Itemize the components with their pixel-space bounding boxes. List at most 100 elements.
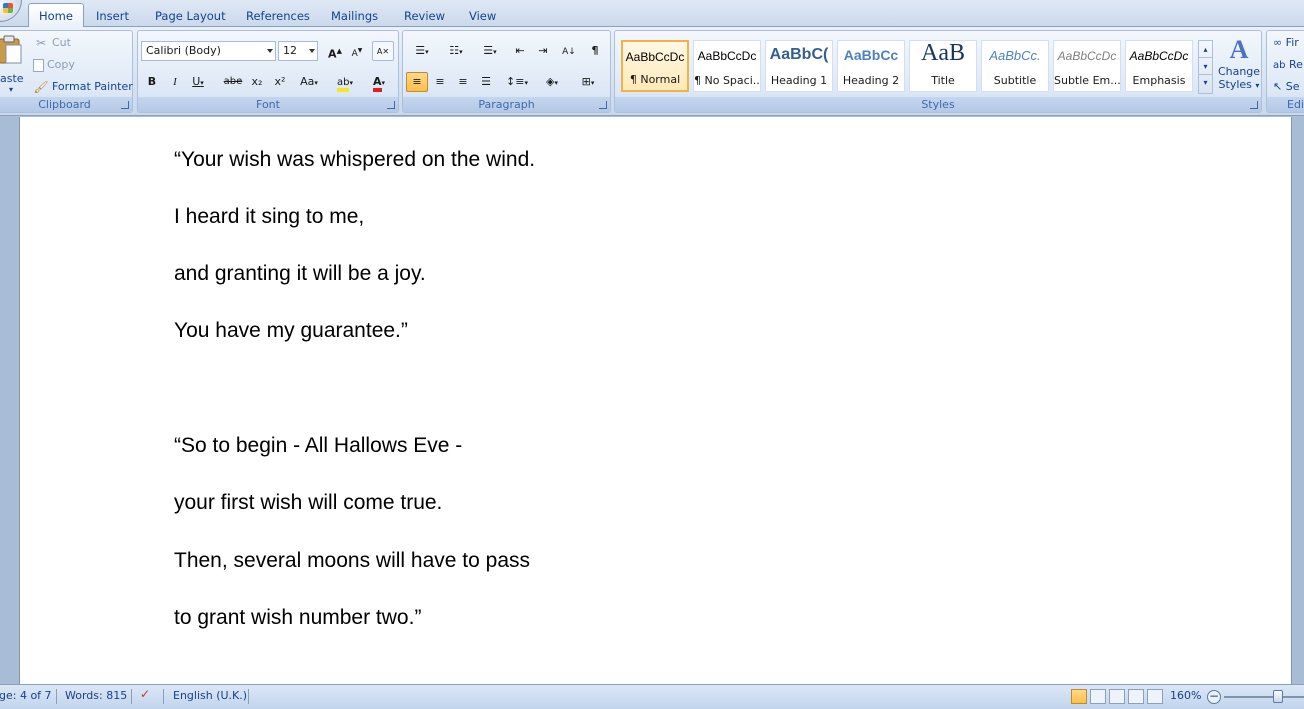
font-launcher-icon[interactable]: [387, 101, 395, 109]
multilevel-list-button[interactable]: ☰▾: [474, 41, 506, 61]
select-button[interactable]: ↖ Se: [1273, 77, 1299, 97]
bullets-button[interactable]: ☰▾: [406, 41, 438, 61]
style-heading-1[interactable]: AaBbC( Heading 1: [765, 40, 833, 92]
chevron-up-icon[interactable]: ▴: [1199, 41, 1212, 58]
increase-indent-button[interactable]: ⇥: [532, 41, 554, 61]
style-gallery-scroll[interactable]: ▴ ▾ ▾: [1198, 40, 1213, 94]
zoom-slider-track[interactable]: [1224, 696, 1304, 698]
copy-button[interactable]: Copy: [33, 55, 75, 75]
tab-references[interactable]: References: [236, 6, 320, 27]
style-sample: AaBbCcDc: [625, 50, 685, 64]
superscript-button[interactable]: x²: [269, 72, 291, 92]
zoom-out-icon[interactable]: −: [1207, 690, 1221, 704]
replace-icon: ab: [1273, 60, 1286, 71]
full-screen-reading-view-icon[interactable]: [1090, 689, 1106, 704]
style-subtitle[interactable]: AaBbCc. Subtitle: [981, 40, 1049, 92]
line-spacing-button[interactable]: ↕≡▾: [502, 72, 532, 92]
document-line[interactable]: I heard it sing to me,: [174, 205, 364, 229]
print-layout-view-icon[interactable]: [1071, 689, 1087, 704]
justify-button[interactable]: ☰: [475, 72, 497, 92]
chevron-down-icon[interactable]: ▾: [1199, 58, 1212, 75]
outline-view-icon[interactable]: [1128, 689, 1144, 704]
align-center-icon: ≡: [435, 75, 445, 88]
tab-home[interactable]: Home: [28, 3, 84, 28]
zoom-slider-thumb[interactable]: [1273, 690, 1283, 703]
chevron-down-icon: [267, 49, 273, 53]
clipboard-group: aste ▾ ✂ Cut Copy 🖌 Format Painter Clipboa…: [0, 30, 133, 113]
style-name: Subtle Em...: [1054, 74, 1120, 87]
italic-button[interactable]: I: [164, 72, 186, 92]
word-count[interactable]: Words: 815: [65, 689, 127, 702]
cut-button[interactable]: ✂ Cut: [33, 33, 71, 53]
borders-button[interactable]: ⊞▾: [573, 72, 603, 92]
change-styles-button[interactable]: A Change Styles ▾: [1217, 35, 1261, 97]
office-button[interactable]: [0, 0, 22, 22]
bold-button[interactable]: B: [141, 72, 163, 92]
sort-button[interactable]: A↓: [558, 41, 580, 61]
font-name-combo[interactable]: Calibri (Body): [141, 41, 276, 61]
shrink-font-button[interactable]: A▼: [346, 41, 368, 61]
document-page[interactable]: “Your wish was whispered on the wind. I …: [19, 117, 1292, 684]
tab-view[interactable]: View: [459, 6, 506, 27]
paragraph-launcher-icon[interactable]: [599, 101, 607, 109]
document-line[interactable]: “Your wish was whispered on the wind.: [174, 148, 535, 172]
document-line[interactable]: Then, several moons will have to pass: [174, 549, 530, 573]
styles-launcher-icon[interactable]: [1250, 101, 1258, 109]
font-color-button[interactable]: A▾: [364, 72, 394, 92]
web-layout-view-icon[interactable]: [1109, 689, 1125, 704]
align-right-button[interactable]: ≡: [452, 72, 474, 92]
clear-formatting-button[interactable]: A✕: [372, 41, 394, 61]
tab-page-layout[interactable]: Page Layout: [145, 6, 236, 27]
highlight-button[interactable]: ab▾: [330, 72, 360, 92]
tab-mailings[interactable]: Mailings: [321, 6, 388, 27]
clipboard-launcher-icon[interactable]: [121, 101, 129, 109]
change-styles-label: Change: [1217, 65, 1261, 78]
office-logo-icon: [3, 3, 13, 13]
paste-button[interactable]: aste ▾: [0, 33, 25, 94]
style-emphasis[interactable]: AaBbCcDc Emphasis: [1125, 40, 1193, 92]
binoculars-icon: ∞: [1273, 36, 1283, 49]
draft-view-icon[interactable]: [1147, 689, 1163, 704]
style-normal[interactable]: AaBbCcDc ¶ Normal: [621, 40, 689, 92]
style-subtle-emphasis[interactable]: AaBbCcDc Subtle Em...: [1053, 40, 1121, 92]
align-left-button[interactable]: ≡: [406, 72, 428, 92]
document-line[interactable]: and granting it will be a joy.: [174, 262, 426, 286]
style-title[interactable]: AaB Title: [909, 40, 977, 92]
font-size-combo[interactable]: 12: [278, 41, 318, 61]
font-name-value: Calibri (Body): [146, 44, 221, 57]
decrease-indent-button[interactable]: ⇤: [509, 41, 531, 61]
style-name: Heading 2: [842, 74, 900, 87]
ribbon: aste ▾ ✂ Cut Copy 🖌 Format Painter Clipboa…: [0, 27, 1304, 116]
underline-button[interactable]: U▾: [187, 72, 209, 92]
document-line[interactable]: your first wish will come true.: [174, 491, 442, 515]
document-line[interactable]: “So to begin - All Hallows Eve -: [174, 434, 462, 458]
align-center-button[interactable]: ≡: [429, 72, 451, 92]
numbering-button[interactable]: ☷▾: [440, 41, 472, 61]
sort-icon: A↓: [562, 47, 576, 57]
gallery-more-icon[interactable]: ▾: [1199, 75, 1212, 91]
language-indicator[interactable]: English (U.K.): [173, 689, 247, 702]
subscript-button[interactable]: x₂: [246, 72, 268, 92]
style-no-spacing[interactable]: AaBbCcDc ¶ No Spaci...: [693, 40, 761, 92]
document-line[interactable]: You have my guarantee.”: [174, 319, 408, 343]
proofing-icon[interactable]: ✓: [140, 687, 150, 701]
document-line[interactable]: to grant wish number two.”: [174, 606, 421, 630]
replace-button[interactable]: ab Re: [1273, 55, 1303, 75]
font-size-value: 12: [283, 44, 297, 57]
page-count[interactable]: ge: 4 of 7: [0, 689, 52, 702]
shading-button[interactable]: ◈▾: [537, 72, 567, 92]
find-button[interactable]: ∞ Fir: [1273, 33, 1299, 53]
strikethrough-button[interactable]: abe: [222, 72, 244, 92]
format-painter-button[interactable]: 🖌 Format Painter: [33, 77, 132, 97]
tab-insert[interactable]: Insert: [86, 6, 139, 27]
grow-font-button[interactable]: A▲: [324, 41, 346, 61]
editing-group-label: Edit: [1267, 97, 1304, 112]
tab-review[interactable]: Review: [394, 6, 455, 27]
clear-formatting-icon: A✕: [376, 47, 390, 56]
zoom-level[interactable]: 160%: [1170, 689, 1201, 702]
replace-label: Re: [1288, 58, 1303, 71]
show-formatting-button[interactable]: ¶: [584, 41, 606, 61]
style-heading-2[interactable]: AaBbCc Heading 2: [837, 40, 905, 92]
change-case-button[interactable]: Aa▾: [294, 72, 324, 92]
styles-group-label: Styles: [615, 97, 1261, 112]
